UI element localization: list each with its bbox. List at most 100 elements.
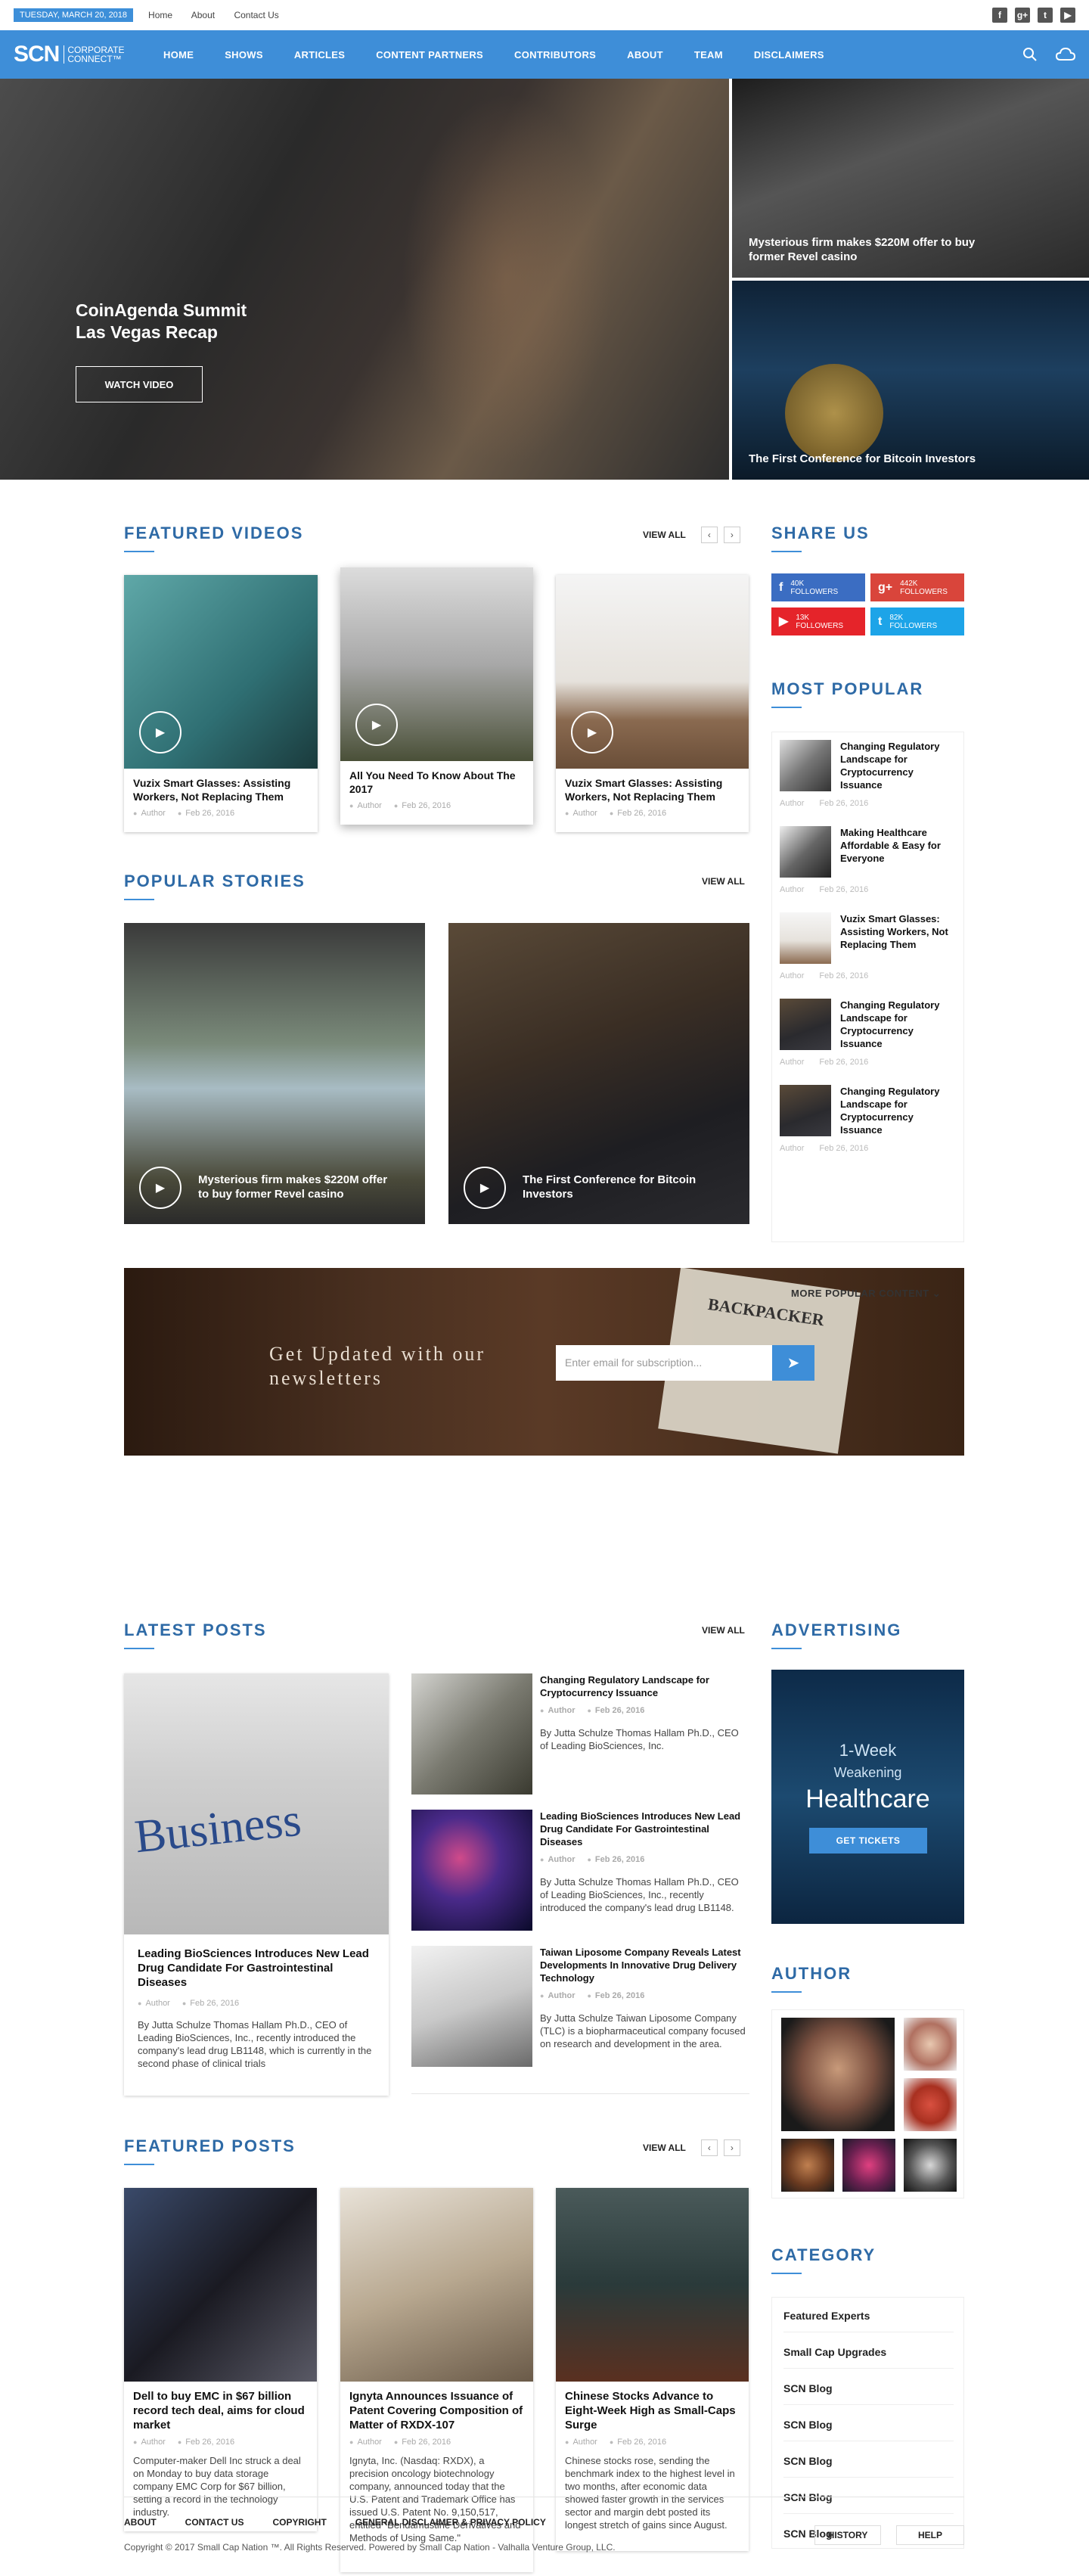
footer-link-about[interactable]: ABOUT [124, 2517, 157, 2528]
hero-main[interactable]: CoinAgenda Summit Las Vegas Recap WATCH … [0, 79, 729, 480]
hero-side-title: The First Conference for Bitcoin Investo… [749, 452, 976, 465]
view-all-link[interactable]: VIEW ALL [643, 530, 686, 540]
category-item[interactable]: Small Cap Upgrades [783, 2346, 954, 2369]
category-item[interactable]: SCN Blog [783, 2382, 954, 2405]
latest-post-featured[interactable]: Business Leading BioSciences Introduces … [124, 1673, 389, 2096]
post-author: Author [138, 1999, 169, 2008]
nav-item-content-partners[interactable]: CONTENT PARTNERS [376, 49, 483, 61]
story-card[interactable]: ▶ Mysterious firm makes $220M offer to b… [124, 923, 425, 1224]
logo[interactable]: SCN CORPORATE CONNECT™ [14, 42, 163, 67]
youtube-icon[interactable]: ▶ [1060, 8, 1075, 23]
nav-item-disclaimers[interactable]: DISCLAIMERS [754, 49, 824, 61]
google-plus-icon[interactable]: g+ [1015, 8, 1030, 23]
post-image [124, 2188, 317, 2382]
post-author: Author [540, 1704, 575, 1717]
video-card[interactable]: ▶ All You Need To Know About The 2017 Au… [340, 567, 533, 825]
get-tickets-button[interactable]: GET TICKETS [809, 1828, 927, 1854]
help-button[interactable]: HELP [896, 2525, 964, 2545]
more-popular-content-link[interactable]: MORE POPULAR CONTENT ⌄ [791, 1288, 941, 1300]
footer-link-disclaimer[interactable]: GENERAL DISCLAIMER & PRIVACY POLICY [355, 2517, 546, 2528]
play-icon[interactable]: ▶ [139, 1167, 182, 1209]
play-icon[interactable]: ▶ [355, 704, 398, 746]
nav-item-articles[interactable]: ARTICLES [294, 49, 345, 61]
post-date: Feb 26, 2016 [587, 1990, 644, 2003]
post-date: Feb 26, 2016 [587, 1854, 644, 1866]
play-icon[interactable]: ▶ [139, 711, 182, 754]
post-meta: Author Feb 26, 2016 [133, 2438, 308, 2447]
nav-item-about[interactable]: ABOUT [627, 49, 663, 61]
view-all-link[interactable]: VIEW ALL [702, 876, 745, 887]
post-excerpt: By Jutta Schulze Thomas Hallam Ph.D., CE… [138, 2019, 372, 2069]
top-link-about[interactable]: About [191, 10, 215, 20]
search-icon[interactable] [1022, 47, 1038, 62]
facebook-share-button[interactable]: f 40K FOLLOWERS [771, 573, 865, 601]
footer-link-contact[interactable]: CONTACT US [185, 2517, 244, 2528]
avatar[interactable] [842, 2139, 895, 2192]
featured-post-card[interactable]: Ignyta Announces Issuance of Patent Cove… [340, 2188, 533, 2572]
top-links: Home About Contact Us [148, 10, 296, 20]
watch-video-button[interactable]: WATCH VIDEO [76, 366, 203, 402]
category-item[interactable]: Featured Experts [783, 2310, 954, 2332]
story-card[interactable]: ▶ The First Conference for Bitcoin Inves… [448, 923, 749, 1224]
avatar[interactable] [904, 2078, 957, 2131]
hero: CoinAgenda Summit Las Vegas Recap WATCH … [0, 79, 1089, 480]
view-all-link[interactable]: VIEW ALL [643, 2143, 686, 2153]
post-author: Author [133, 2438, 165, 2447]
nav-item-shows[interactable]: SHOWS [225, 49, 263, 61]
post-title: Leading BioSciences Introduces New Lead … [540, 1810, 741, 1847]
video-card[interactable]: ▶ Vuzix Smart Glasses: Assisting Workers… [124, 575, 318, 832]
hero-side-card[interactable]: Mysterious firm makes $220M offer to buy… [732, 79, 1089, 278]
facebook-icon[interactable]: f [992, 8, 1007, 23]
ad-line2: Weakening [833, 1765, 902, 1780]
hero-side-card[interactable]: The First Conference for Bitcoin Investo… [732, 281, 1089, 480]
view-all-link[interactable]: VIEW ALL [702, 1625, 745, 1636]
post-excerpt: Ignyta, Inc. (Nasdaq: RXDX), a precision… [349, 2455, 521, 2543]
video-card[interactable]: ▶ Vuzix Smart Glasses: Assisting Workers… [556, 575, 749, 832]
avatar[interactable] [781, 2139, 834, 2192]
title-underline [124, 551, 154, 552]
play-icon[interactable]: ▶ [464, 1167, 506, 1209]
post-date: Feb 26, 2016 [587, 1704, 644, 1717]
play-icon[interactable]: ▶ [571, 711, 613, 754]
nav-item-home[interactable]: HOME [163, 49, 194, 61]
nav-icons [1022, 47, 1075, 62]
send-icon[interactable]: ➤ [772, 1345, 814, 1381]
category-item[interactable]: SCN Blog [783, 2455, 954, 2478]
avatar[interactable] [781, 2018, 895, 2131]
post-thumbnail [411, 1946, 532, 2067]
top-link-contact[interactable]: Contact Us [234, 10, 278, 20]
avatar[interactable] [904, 2139, 957, 2192]
category-list: Featured Experts Small Cap Upgrades SCN … [771, 2297, 964, 2549]
popular-author: Author [780, 1144, 805, 1153]
follower-label: FOLLOWERS [790, 587, 839, 596]
featured-post-card[interactable]: Dell to buy EMC in $67 billion record te… [124, 2188, 317, 2531]
share-header: SHARE US [771, 524, 870, 552]
advertising-banner[interactable]: 1-Week Weakening Healthcare GET TICKETS [771, 1670, 964, 1924]
twitter-icon[interactable]: t [1038, 8, 1053, 23]
next-arrow-icon[interactable]: › [723, 527, 740, 543]
top-link-home[interactable]: Home [148, 10, 172, 20]
footer-link-copyright[interactable]: COPYRIGHT [272, 2517, 326, 2528]
cloud-icon[interactable] [1056, 47, 1075, 62]
category-item[interactable]: SCN Blog [783, 2419, 954, 2441]
nav-item-contributors[interactable]: CONTRIBUTORS [514, 49, 596, 61]
next-arrow-icon[interactable]: › [723, 2139, 740, 2156]
popular-date: Feb 26, 2016 [819, 1144, 869, 1153]
category-item[interactable]: SCN Blog [783, 2491, 954, 2514]
card-date: Feb 26, 2016 [178, 809, 234, 818]
title-underline [771, 1648, 802, 1649]
google-share-button[interactable]: g+ 442K FOLLOWERS [870, 573, 964, 601]
avatar[interactable] [904, 2018, 957, 2071]
popular-author: Author [780, 799, 805, 808]
nav-item-team[interactable]: TEAM [694, 49, 723, 61]
prev-arrow-icon[interactable]: ‹ [700, 527, 718, 543]
youtube-share-button[interactable]: ▶ 13K FOLLOWERS [771, 607, 865, 635]
email-input[interactable]: Enter email for subscription... [556, 1345, 772, 1381]
prev-arrow-icon[interactable]: ‹ [700, 2139, 718, 2156]
twitter-share-button[interactable]: t 82K FOLLOWERS [870, 607, 964, 635]
follower-count: 442K [900, 579, 918, 588]
post-author: Author [540, 1854, 575, 1866]
history-button[interactable]: HISTORY [814, 2525, 881, 2545]
post-excerpt: Computer-maker Dell Inc struck a deal on… [133, 2455, 301, 2518]
featured-videos-header: FEATURED VIDEOS [124, 524, 303, 552]
